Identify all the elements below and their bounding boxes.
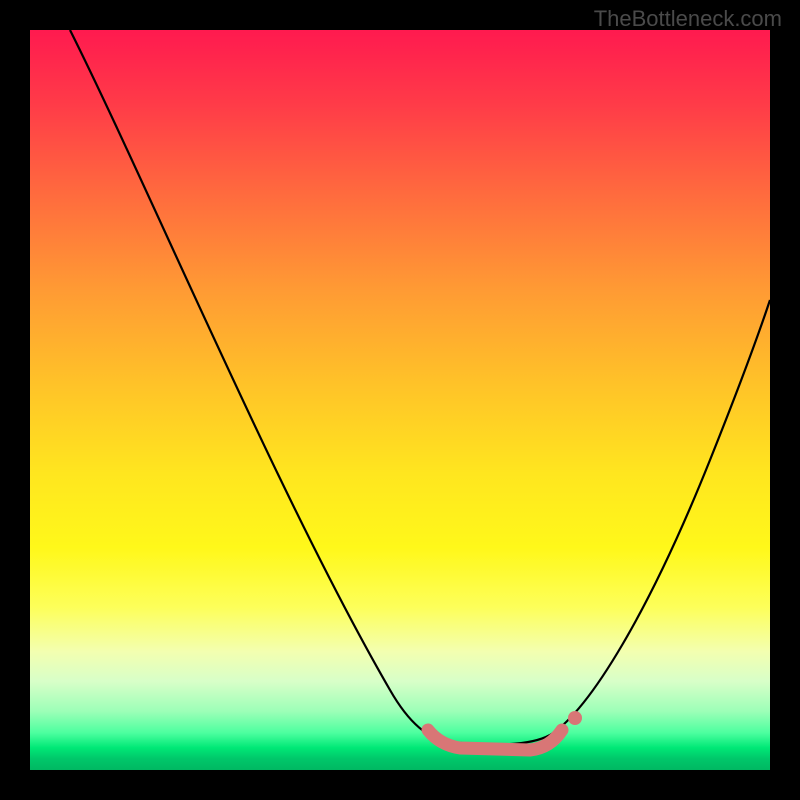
optimal-zone-marker — [428, 730, 562, 750]
watermark-text: TheBottleneck.com — [594, 6, 782, 32]
plot-area — [30, 30, 770, 770]
curve-svg — [30, 30, 770, 770]
optimal-zone-end-dot — [568, 711, 582, 725]
bottleneck-curve — [70, 30, 770, 744]
